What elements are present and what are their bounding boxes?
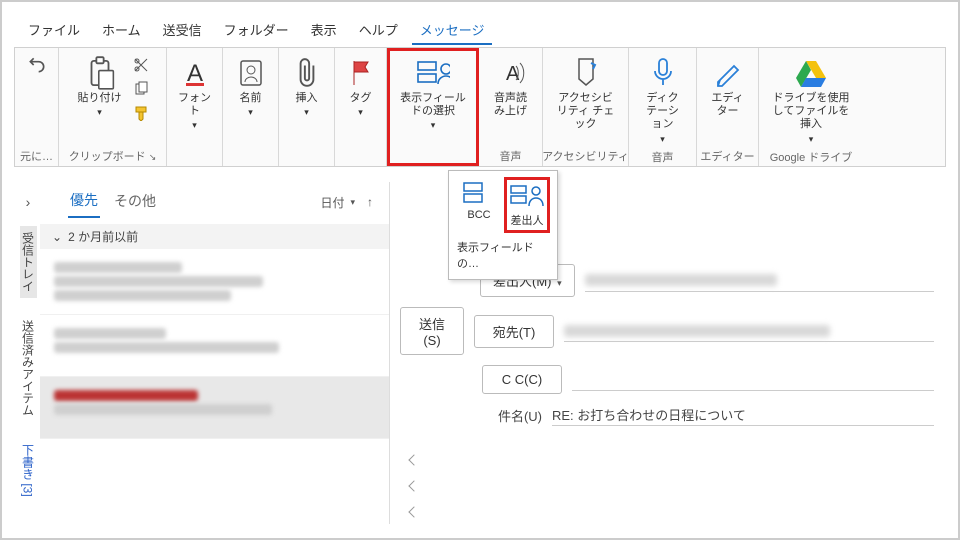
brush-icon <box>133 105 149 121</box>
from-icon <box>509 182 545 210</box>
names-label: 名前 <box>240 92 262 105</box>
bcc-icon <box>461 179 497 207</box>
subject-label: 件名(U) <box>482 406 542 425</box>
rail-expand[interactable]: › <box>26 194 31 210</box>
font-label: フォント <box>176 92 214 118</box>
group-label-undo: 元に… <box>20 148 53 164</box>
address-book-icon <box>234 56 268 90</box>
cc-button[interactable]: C C(C) <box>482 365 562 394</box>
tab-folder[interactable]: フォルダー <box>216 16 297 45</box>
send-button[interactable]: 送信(S) <box>400 307 464 355</box>
cut-button[interactable] <box>130 54 152 76</box>
body-line-icon <box>408 454 419 465</box>
show-fields-button[interactable]: 表示フィールドの選択 ▾ <box>394 54 472 133</box>
font-button[interactable]: A フォント ▾ <box>172 54 218 133</box>
rail-inbox[interactable]: 受信トレイ <box>20 226 37 298</box>
undo-icon <box>27 55 47 75</box>
tab-home[interactable]: ホーム <box>94 16 149 45</box>
a11y-icon <box>569 56 603 90</box>
dropdown-from[interactable]: 差出人 <box>504 177 550 233</box>
read-aloud-label: 音声読み上げ <box>491 92 530 118</box>
sort-button[interactable]: 日付▾↑ <box>320 194 373 211</box>
pen-icon <box>711 56 745 90</box>
undo-button[interactable] <box>26 54 48 76</box>
dropdown-section-label: 表示フィールドの… <box>453 239 553 271</box>
group-label-voice2: 音声 <box>652 149 674 165</box>
rail-drafts[interactable]: 下書き [3] <box>20 438 37 503</box>
names-button[interactable]: 名前 ▾ <box>228 54 274 120</box>
tab-help[interactable]: ヘルプ <box>351 16 406 45</box>
copy-icon <box>133 81 149 97</box>
drive-label: ドライブを使用してファイルを挿入 <box>771 92 851 132</box>
copy-button[interactable] <box>130 78 152 100</box>
tab-file[interactable]: ファイル <box>20 16 88 45</box>
dictation-label: ディクテーション <box>641 92 684 132</box>
dropdown-from-label: 差出人 <box>511 212 544 228</box>
drive-button[interactable]: ドライブを使用してファイルを挿入 ▾ <box>767 54 855 147</box>
list-section-label: 2 か月前以前 <box>68 228 138 245</box>
body-line-icon <box>408 506 419 517</box>
to-button[interactable]: 宛先(T) <box>474 315 554 348</box>
tag-label: タグ <box>350 92 372 105</box>
dropdown-bcc-label: BCC <box>467 209 490 221</box>
dropdown-bcc[interactable]: BCC <box>456 177 502 233</box>
scissors-icon <box>133 57 149 73</box>
dictation-button[interactable]: ディクテーション ▾ <box>637 54 688 147</box>
paste-label: 貼り付け <box>78 92 122 105</box>
a11y-label: アクセシビリティ チェック <box>555 92 616 132</box>
message-list: 優先 その他 日付▾↑ ⌄2 か月前以前 <box>40 182 390 524</box>
insert-label: 挿入 <box>296 92 318 105</box>
group-label-a11y: アクセシビリティ <box>542 148 629 164</box>
format-painter-button[interactable] <box>130 102 152 124</box>
font-icon: A <box>178 56 212 90</box>
editor-button[interactable]: エディター <box>705 54 751 120</box>
insert-button[interactable]: 挿入 ▾ <box>284 54 330 120</box>
tab-sendrecv[interactable]: 送受信 <box>155 16 210 45</box>
paste-button[interactable]: 貼り付け ▾ <box>74 54 126 120</box>
group-label-drive: Google ドライブ <box>770 149 853 165</box>
group-label-clipboard: クリップボード ↘ <box>69 148 157 164</box>
compose-body[interactable] <box>400 456 934 516</box>
flag-icon <box>344 56 378 90</box>
editor-label: エディター <box>709 92 747 118</box>
group-label-voice: 音声 <box>500 148 522 164</box>
read-aloud-button[interactable]: A 音声読み上げ <box>487 54 534 120</box>
tag-button[interactable]: タグ ▾ <box>338 54 384 120</box>
svg-text:A: A <box>186 60 202 87</box>
list-item[interactable] <box>40 377 389 439</box>
a11y-button[interactable]: アクセシビリティ チェック <box>551 54 620 134</box>
tab-message[interactable]: メッセージ <box>412 16 493 45</box>
show-fields-dropdown: BCC 差出人 表示フィールドの… <box>448 170 558 280</box>
rail-sent[interactable]: 送信済みアイテム <box>20 314 37 422</box>
list-item[interactable] <box>40 249 389 315</box>
show-fields-label: 表示フィールドの選択 <box>398 92 468 118</box>
list-tab-focused[interactable]: 優先 <box>68 186 100 218</box>
google-drive-icon <box>794 56 828 90</box>
folder-rail: › 受信トレイ 送信済みアイテム 下書き [3] <box>16 182 40 524</box>
mic-icon <box>646 56 680 90</box>
ribbon: 元に… 貼り付け ▾ クリップボード ↘ <box>14 47 946 167</box>
group-label-editor: エディター <box>700 148 754 164</box>
clipboard-icon <box>83 56 117 90</box>
fields-icon <box>416 56 450 90</box>
paperclip-icon <box>290 56 324 90</box>
read-aloud-icon: A <box>494 56 528 90</box>
list-section-header[interactable]: ⌄2 か月前以前 <box>40 224 389 249</box>
body-line-icon <box>408 480 419 491</box>
list-tab-other[interactable]: その他 <box>112 187 158 217</box>
subject-value: RE: お打ち合わせの日程について <box>552 405 746 424</box>
tab-view[interactable]: 表示 <box>303 16 345 45</box>
list-item[interactable] <box>40 315 389 377</box>
